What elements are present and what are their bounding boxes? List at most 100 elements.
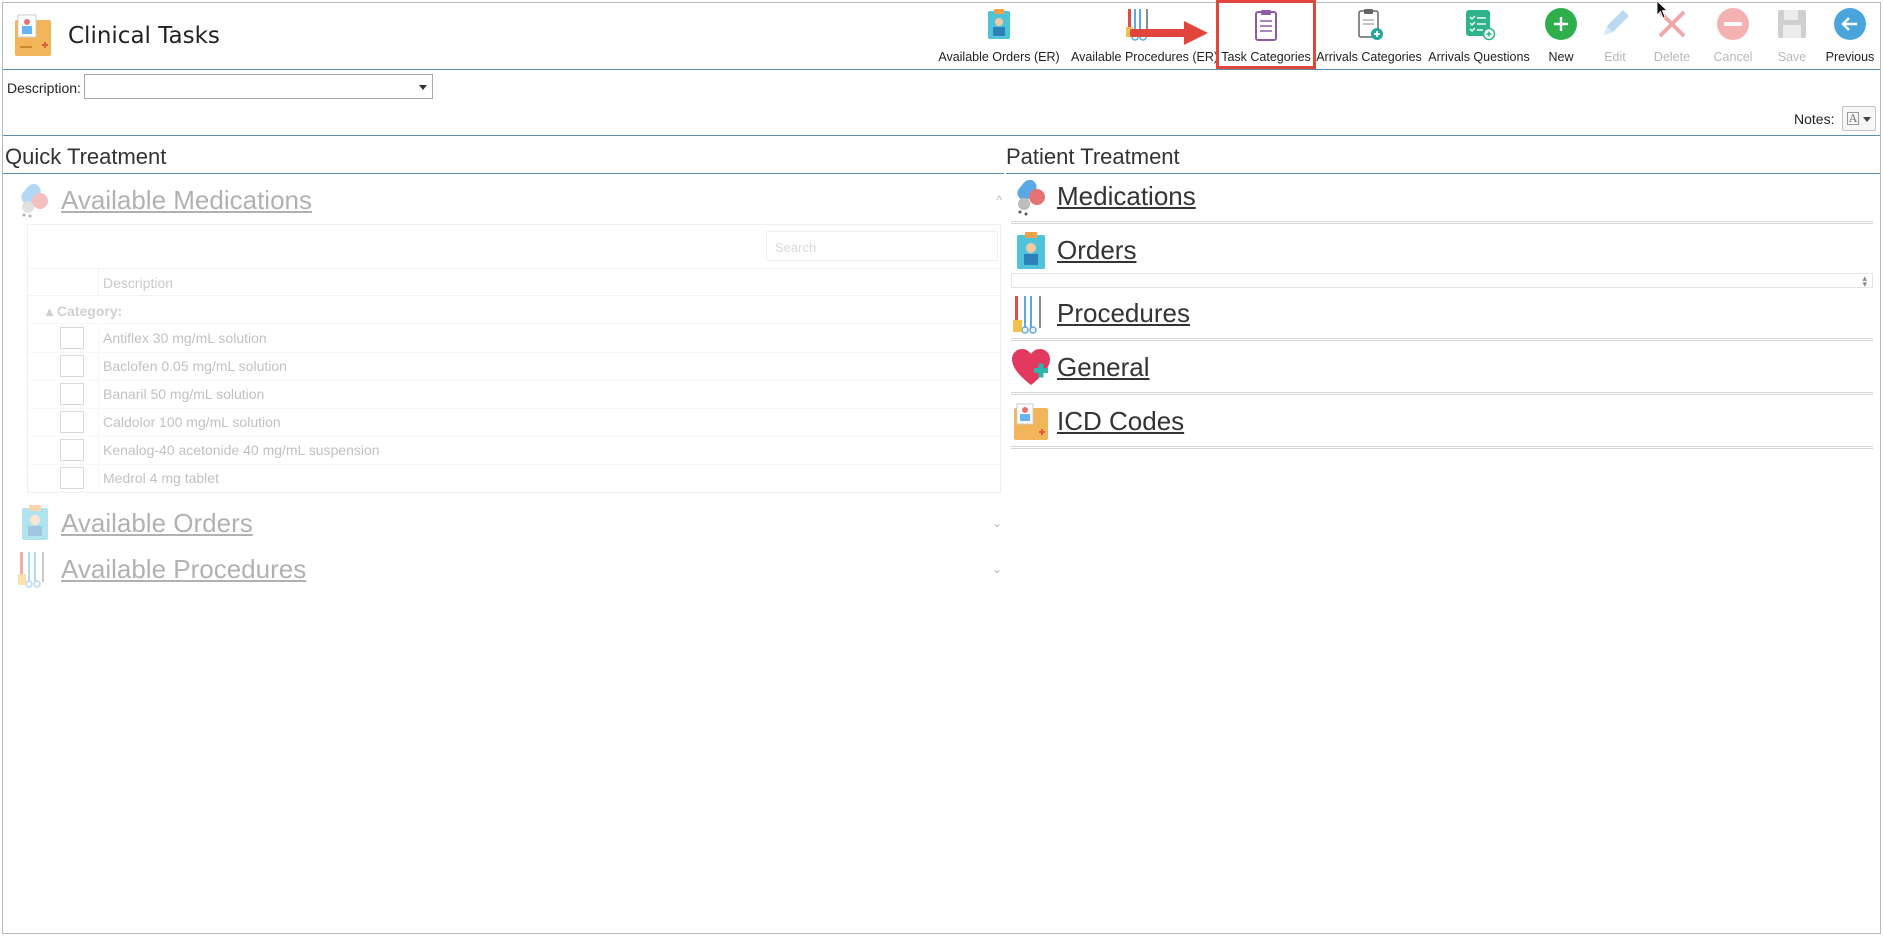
medical-folder-icon [1014,403,1048,440]
medication-name: Medrol 4 mg tablet [103,470,219,486]
chevron-down-icon [419,85,427,90]
medications-link[interactable]: Medications [1057,181,1196,212]
pills-icon [1017,179,1045,216]
orders-scroll-control[interactable]: ▴ ▾ [1011,273,1873,289]
divider [3,135,1880,136]
divider [3,173,1004,174]
group-label: ▴ Category: [46,303,123,319]
plus-circle-icon [1545,8,1577,40]
clipboard-doctor-icon [988,9,1010,39]
divider [1011,392,1873,395]
medication-name: Baclofen 0.05 mg/mL solution [103,358,287,374]
available-orders-er-label: Available Orders (ER) [938,50,1060,64]
arrivals-categories-label: Arrivals Categories [1316,50,1422,64]
surgical-tools-icon [18,552,44,588]
table-row[interactable]: Medrol 4 mg tablet [28,464,1000,492]
previous-button[interactable]: Previous [1822,4,1878,66]
orders-section[interactable]: Orders [1011,231,1873,273]
floppy-disk-icon [1778,10,1806,38]
chevron-up-icon[interactable]: ^ [996,193,1002,207]
previous-label: Previous [1825,50,1875,64]
available-orders-header[interactable]: Available Orders ⌄ [16,502,1002,544]
quick-treatment-title: Quick Treatment [5,144,167,169]
cancel-button[interactable]: Cancel [1706,4,1760,66]
available-orders-er-button[interactable]: Available Orders (ER) [937,4,1061,66]
save-button[interactable]: Save [1769,4,1815,66]
table-row[interactable]: Banaril 50 mg/mL solution [28,380,1000,409]
text-format-icon: A [1847,112,1859,125]
procedures-section[interactable]: Procedures [1011,294,1873,336]
row-checkbox[interactable] [60,355,84,377]
divider [1011,338,1873,341]
table-row[interactable]: Kenalog-40 acetonide 40 mg/mL suspension [28,436,1000,465]
row-checkbox[interactable] [60,411,84,433]
description-column-header[interactable]: Description [103,275,173,291]
scroll-arrows-icon: ▴ ▾ [1862,273,1867,289]
divider [1006,173,1880,174]
heart-plus-icon [1012,349,1050,385]
icd-codes-section[interactable]: ICD Codes [1011,402,1873,444]
clipboard-list-icon [1255,10,1277,41]
arrow-left-circle-icon [1834,8,1866,40]
grid-search-input[interactable]: Search [766,231,998,261]
description-select[interactable] [84,74,433,99]
arrivals-categories-button[interactable]: Arrivals Categories [1316,4,1422,66]
available-procedures-er-label: Available Procedures (ER) [1071,50,1219,64]
mouse-pointer-icon [1656,0,1669,19]
grid-toolbar: Search [28,225,1000,269]
pencil-icon [1604,10,1629,35]
delete-button[interactable]: Delete [1645,4,1699,66]
row-checkbox[interactable] [60,439,84,461]
select-column-header [28,268,99,295]
row-checkbox[interactable] [60,467,84,489]
divider [1011,446,1873,449]
general-section[interactable]: General [1011,348,1873,390]
clipboard-doctor-icon [22,505,48,540]
group-row[interactable]: ▴ Category: [28,296,1000,324]
arrivals-questions-label: Arrivals Questions [1428,50,1530,64]
available-procedures-link[interactable]: Available Procedures [61,554,306,585]
cancel-label: Cancel [1713,50,1753,64]
edit-label: Edit [1604,50,1626,64]
clipboard-doctor-icon [1017,232,1045,269]
clipboard-add-icon [1358,9,1383,40]
icd-codes-link[interactable]: ICD Codes [1057,406,1184,437]
new-button[interactable]: New [1536,4,1586,66]
medications-grid: Search Description ▴ Category: Antiflex … [27,224,1001,493]
checklist-add-icon [1466,10,1496,41]
table-row[interactable]: Baclofen 0.05 mg/mL solution [28,352,1000,381]
row-checkbox[interactable] [60,327,84,349]
task-categories-button[interactable]: Task Categories [1216,0,1316,69]
medications-section[interactable]: Medications [1011,177,1873,221]
delete-label: Delete [1653,50,1691,64]
available-orders-link[interactable]: Available Orders [61,508,253,539]
notes-dropdown-button[interactable]: A [1842,106,1876,131]
description-label: Description: [7,80,81,96]
orders-link[interactable]: Orders [1057,235,1136,266]
available-procedures-header[interactable]: Available Procedures ⌄ [16,548,1002,590]
medication-name: Antiflex 30 mg/mL solution [103,330,267,346]
minus-circle-icon [1717,8,1749,40]
general-link[interactable]: General [1057,352,1150,383]
arrivals-questions-button[interactable]: Arrivals Questions [1428,4,1530,66]
row-checkbox[interactable] [60,383,84,405]
procedures-link[interactable]: Procedures [1057,298,1190,329]
table-row[interactable]: Antiflex 30 mg/mL solution [28,324,1000,353]
available-medications-link[interactable]: Available Medications [61,185,312,216]
notes-label: Notes: [1794,111,1835,127]
chevron-down-icon [1863,117,1871,122]
chevron-down-icon[interactable]: ⌄ [992,562,1002,576]
divider [1011,221,1873,224]
task-categories-label: Task Categories [1221,50,1311,64]
surgical-tools-icon [1013,296,1041,334]
clinical-tasks-logo-icon [15,14,51,56]
medication-name: Caldolor 100 mg/mL solution [103,414,281,430]
new-label: New [1548,50,1574,64]
table-row[interactable]: Caldolor 100 mg/mL solution [28,408,1000,437]
pills-icon [21,183,48,218]
red-arrow-annotation-icon [1130,21,1208,45]
chevron-down-icon[interactable]: ⌄ [992,516,1002,530]
available-medications-header[interactable]: Available Medications ^ [16,179,1002,221]
page-title: Clinical Tasks [68,23,220,49]
edit-button[interactable]: Edit [1593,4,1637,66]
